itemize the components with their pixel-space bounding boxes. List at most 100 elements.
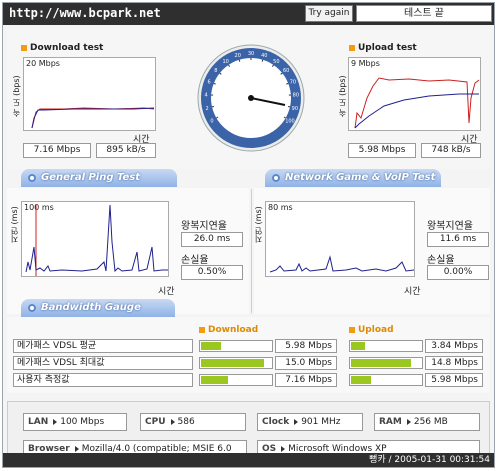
arrow-icon (170, 418, 175, 425)
ram-label: RAM (379, 417, 402, 427)
gauge-tick-label: 10 (222, 59, 228, 65)
gauge-tick-label: 70 (290, 80, 296, 86)
ram-info: RAM 256 MB (374, 413, 480, 431)
game-graph (269, 255, 414, 273)
download-bar-fill (201, 359, 264, 367)
gauge-tick-label: 30 (248, 51, 254, 57)
upload-bar-value: 5.98 Mbps (425, 373, 483, 387)
upload-bar (349, 340, 423, 352)
gauge-tick-label: 40 (261, 53, 267, 59)
ping-latency-value: 26.0 ms (181, 232, 243, 247)
gauge-tick-label: 90 (292, 106, 298, 112)
site-url[interactable]: http://www.bcpark.net (9, 6, 161, 20)
gauge-tick-mark (213, 82, 216, 85)
gauge-tick-label: 20 (235, 53, 241, 59)
download-mbps-value: 7.16 Mbps (23, 143, 91, 158)
clock-value: 901 MHz (301, 417, 341, 427)
arrow-icon (74, 445, 79, 452)
try-again-button[interactable]: Try again (305, 5, 353, 22)
download-bar (199, 374, 273, 386)
gauge-tick-label: 4 (205, 93, 208, 99)
bandwidth-download-label: Download (208, 325, 259, 335)
upload-title: Upload test (349, 43, 417, 53)
gauge-tick-mark (286, 82, 289, 85)
upload-bar (349, 357, 423, 369)
upload-bar-fill (351, 359, 411, 367)
divider (251, 189, 252, 313)
game-loss-label: 손실율 (427, 255, 455, 266)
download-y-axis-label: 속 도 (bps) (12, 75, 21, 117)
footer-timestamp: 뻥카 / 2005-01-31 00:31:54 (3, 453, 494, 467)
lan-label: LAN (28, 417, 49, 427)
bandwidth-download-title: Download (199, 325, 258, 335)
ping-y-axis-label: 지연 (ms) (10, 206, 19, 243)
lan-value: 100 Mbps (60, 417, 105, 427)
arrow-icon (53, 418, 58, 425)
bullet-icon (21, 44, 27, 51)
arrow-icon (294, 418, 299, 425)
bandwidth-upload-label: Upload (358, 325, 394, 335)
upload-bar-value: 14.8 Mbps (425, 356, 483, 370)
download-kbs-value: 895 kB/s (96, 143, 156, 158)
upload-y-axis-label: 속 도 (bps) (338, 75, 347, 117)
tab-bandwidth-gauge[interactable]: Bandwidth Gauge (21, 299, 175, 317)
game-x-axis-label: 시간 (404, 287, 421, 297)
download-graph (31, 107, 155, 129)
upload-title-text: Upload test (358, 43, 417, 53)
ping-graph (25, 204, 168, 276)
download-title: Download test (21, 43, 103, 53)
game-loss-value: 0.00% (427, 265, 489, 280)
upload-kbs-value: 748 kB/s (421, 143, 481, 158)
cpu-label: CPU (145, 417, 166, 427)
ping-chart: 100 ms (21, 201, 169, 277)
upload-bar-fill (351, 342, 365, 350)
arrow-icon (281, 445, 286, 452)
gauge-tick-label: 2 (206, 106, 209, 112)
download-bar-fill (201, 342, 221, 350)
gauge-tick-label: 0 (210, 119, 213, 125)
bullet-icon (349, 44, 355, 51)
download-title-text: Download test (30, 43, 104, 53)
download-bar-value: 15.0 Mbps (275, 356, 337, 370)
bandwidth-upload-title: Upload (349, 325, 394, 335)
game-y-axis-label: 지연 (ms) (254, 206, 263, 243)
gauge-tick-label: 60 (283, 68, 289, 74)
upload-bar-fill (351, 376, 371, 384)
ping-latency-label: 왕복지연율 (181, 221, 227, 232)
bandwidth-row-label: 메가패스 VDSL 최대값 (13, 356, 193, 370)
tab-general-ping-test[interactable]: General Ping Test (21, 169, 177, 187)
gauge-tick-mark (261, 59, 264, 62)
bullet-icon (349, 326, 355, 333)
gauge-tick-mark (238, 59, 241, 62)
tab-network-game-voip-test[interactable]: Network Game & VoIP Test (265, 169, 441, 187)
speed-gauge: 0 2 4 68 10 20 30 40 50 6070 80 90 100 (197, 44, 305, 152)
arrow-icon (406, 418, 411, 425)
bullet-icon (199, 326, 205, 333)
download-bar-fill (201, 376, 228, 384)
ping-x-axis-label: 시간 (158, 287, 175, 297)
upload-bar-value: 3.84 Mbps (425, 339, 483, 353)
download-bar (199, 340, 273, 352)
download-bar-value: 7.16 Mbps (275, 373, 337, 387)
upload-bar (349, 374, 423, 386)
speedtest-window: http://www.bcpark.net Try again 테스트 끝 Do… (2, 2, 495, 468)
gauge-tick-label: 6 (208, 80, 211, 86)
upload-chart: 9 Mbps (348, 57, 481, 131)
ping-loss-label: 손실율 (181, 255, 209, 266)
upload-graph (354, 77, 480, 129)
upload-mbps-value: 5.98 Mbps (348, 143, 416, 158)
clock-info: Clock 901 MHz (257, 413, 363, 431)
top-bar: http://www.bcpark.net Try again 테스트 끝 (3, 3, 494, 25)
game-chart: 80 ms (265, 201, 415, 277)
gauge-tick-label: 100 (285, 119, 295, 125)
bandwidth-row-label: 메가패스 VDSL 평균 (13, 339, 193, 353)
cpu-info: CPU 586 (140, 413, 246, 431)
bandwidth-row-label: 사용자 측정값 (13, 373, 193, 387)
download-bar (199, 357, 273, 369)
gauge-tick-label: 8 (214, 68, 217, 74)
game-latency-label: 왕복지연율 (427, 221, 473, 232)
download-chart: 20 Mbps (23, 57, 156, 131)
ping-loss-value: 0.50% (181, 265, 243, 280)
gauge-tick-label: 50 (273, 59, 279, 65)
ram-value: 256 MB (413, 417, 448, 427)
